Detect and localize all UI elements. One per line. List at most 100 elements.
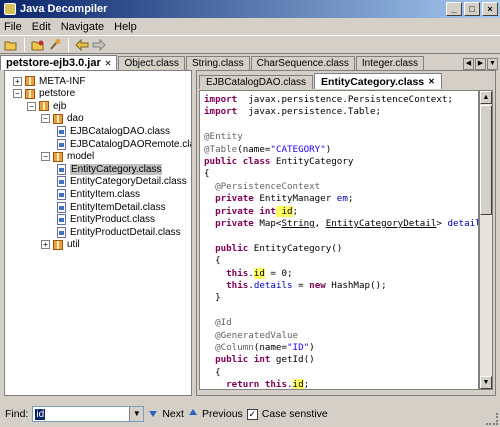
file-tab-object[interactable]: Object.class (118, 56, 185, 70)
tree-item[interactable]: EJBCatalogDAO.class (57, 125, 170, 137)
collapse-icon[interactable]: − (13, 89, 22, 99)
code-token: = 0; (264, 267, 293, 279)
tree-item[interactable]: EntityProductDetail.class (57, 226, 181, 238)
open-folder-icon[interactable] (4, 38, 18, 52)
tree-item[interactable]: + util (41, 239, 80, 251)
file-tab-integer[interactable]: Integer.class (355, 56, 425, 70)
file-tab-jar[interactable]: petstore-ejb3.0.jar ✕ (0, 55, 118, 70)
tree-item-label: META-INF (39, 75, 86, 87)
tree-item-label: dao (67, 113, 84, 125)
code-line: { (204, 366, 221, 379)
resize-grip[interactable] (486, 413, 498, 425)
expand-icon[interactable]: + (13, 76, 22, 86)
code-token: , (314, 218, 326, 229)
package-icon (25, 76, 35, 86)
code-token: private int (204, 205, 276, 217)
editor-tab-ejbcatalogdao[interactable]: EJBCatalogDAO.class (199, 75, 314, 89)
code-token: (name= (253, 342, 287, 353)
toolbar (0, 35, 500, 54)
code-token: Map< (253, 218, 282, 229)
class-file-icon (57, 138, 66, 150)
scroll-down-icon[interactable]: ▼ (480, 376, 492, 389)
close-icon[interactable]: ✕ (105, 59, 112, 68)
code-token: javax.persistence.Table; (237, 106, 382, 118)
class-file-icon (57, 214, 66, 226)
code-line: @Table(name="CATEGORY") (204, 143, 331, 156)
back-arrow-icon[interactable] (75, 38, 89, 52)
menu-bar: File Edit Navigate Help (0, 18, 500, 35)
tree-item[interactable]: EntityItem.class (57, 188, 140, 200)
menu-navigate[interactable]: Navigate (61, 21, 104, 33)
collapse-icon[interactable]: − (41, 152, 50, 162)
code-line: private EntityManager em; (204, 192, 353, 205)
vertical-scrollbar[interactable]: ▲ ▼ (479, 90, 493, 390)
tree-item[interactable]: − petstore (13, 88, 75, 100)
package-icon (39, 101, 49, 112)
code-token: public (204, 242, 249, 254)
maximize-button[interactable]: □ (464, 2, 480, 16)
case-sensitive-checkbox[interactable]: ✓ (246, 408, 258, 420)
tree-item-label: EntityItemDetail.class (70, 201, 166, 213)
search-icon[interactable] (48, 38, 62, 52)
source-code-view[interactable]: import javax.persistence.PersistenceCont… (199, 90, 479, 390)
menu-help[interactable]: Help (114, 21, 137, 33)
code-token: > (436, 218, 448, 229)
tree-item[interactable]: EntityCategoryDetail.class (57, 176, 187, 188)
previous-button[interactable]: Previous (202, 408, 243, 420)
class-file-icon (57, 201, 66, 213)
tree-item[interactable]: − model (41, 151, 94, 163)
code-token: @GeneratedValue (204, 329, 299, 341)
chevron-down-icon[interactable]: ▼ (129, 407, 144, 421)
code-token: ; (303, 379, 310, 390)
scroll-thumb[interactable] (480, 105, 492, 215)
app-icon (4, 3, 16, 15)
menu-edit[interactable]: Edit (32, 21, 51, 33)
find-value: id (35, 408, 46, 420)
window-title: Java Decompiler (20, 3, 108, 15)
tab-scroll-left-icon[interactable]: ◀ (463, 58, 474, 70)
next-arrow-icon[interactable] (148, 408, 158, 421)
previous-arrow-icon[interactable] (188, 408, 198, 421)
tree-item[interactable]: EntityCategory.class (57, 163, 163, 175)
tree-item[interactable]: − ejb (27, 100, 66, 112)
expand-icon[interactable]: + (41, 240, 50, 250)
collapse-icon[interactable]: − (41, 114, 50, 124)
file-tab-label: CharSequence.class (256, 58, 349, 69)
code-token: { (204, 168, 210, 180)
code-line: this.details = new HashMap(); (204, 279, 387, 292)
file-tab-string[interactable]: String.class (185, 56, 250, 70)
file-tab-label: Integer.class (361, 58, 419, 69)
tree-item[interactable]: − dao (41, 113, 84, 125)
code-token: public class (204, 156, 271, 167)
class-file-icon (57, 163, 66, 175)
open-type-icon[interactable] (31, 38, 45, 52)
next-button[interactable]: Next (162, 408, 184, 420)
find-input[interactable]: id ▼ (32, 406, 145, 422)
minimize-button[interactable]: _ (446, 2, 462, 16)
editor-tab-entitycategory[interactable]: EntityCategory.class ✕ (314, 73, 442, 89)
file-tab-charsequence[interactable]: CharSequence.class (250, 56, 355, 70)
collapse-icon[interactable]: − (27, 101, 36, 111)
code-token: = (292, 280, 310, 291)
toolbar-separator (24, 37, 25, 52)
forward-arrow-icon[interactable] (92, 38, 106, 52)
tree-item[interactable]: EntityItemDetail.class (57, 201, 166, 213)
scroll-up-icon[interactable]: ▲ (480, 91, 492, 104)
close-icon[interactable]: ✕ (428, 77, 435, 86)
package-tree[interactable]: + META-INF − petstore − ejb − dao EJBCatalogDAO.… (4, 70, 192, 396)
editor-tabs: EJBCatalogDAO.class EntityCategory.class… (199, 73, 495, 89)
tree-item[interactable]: EntityProduct.class (57, 214, 155, 226)
menu-file[interactable]: File (4, 21, 22, 33)
package-icon (53, 151, 63, 162)
tree-item[interactable]: + META-INF (13, 75, 85, 87)
title-bar: Java Decompiler _ □ × (0, 0, 500, 18)
file-tab-label: String.class (191, 58, 244, 69)
code-token: String (281, 218, 315, 229)
tree-item-label: EntityCategory.class (70, 163, 163, 175)
tab-scroll-right-icon[interactable]: ▶ (475, 58, 486, 70)
code-token: private (204, 218, 254, 229)
tab-list-icon[interactable]: ▼ (487, 58, 498, 70)
code-line: public int getId() (204, 353, 315, 366)
close-button[interactable]: × (482, 2, 498, 16)
tree-item[interactable]: EJBCatalogDAORemote.class (57, 138, 191, 150)
